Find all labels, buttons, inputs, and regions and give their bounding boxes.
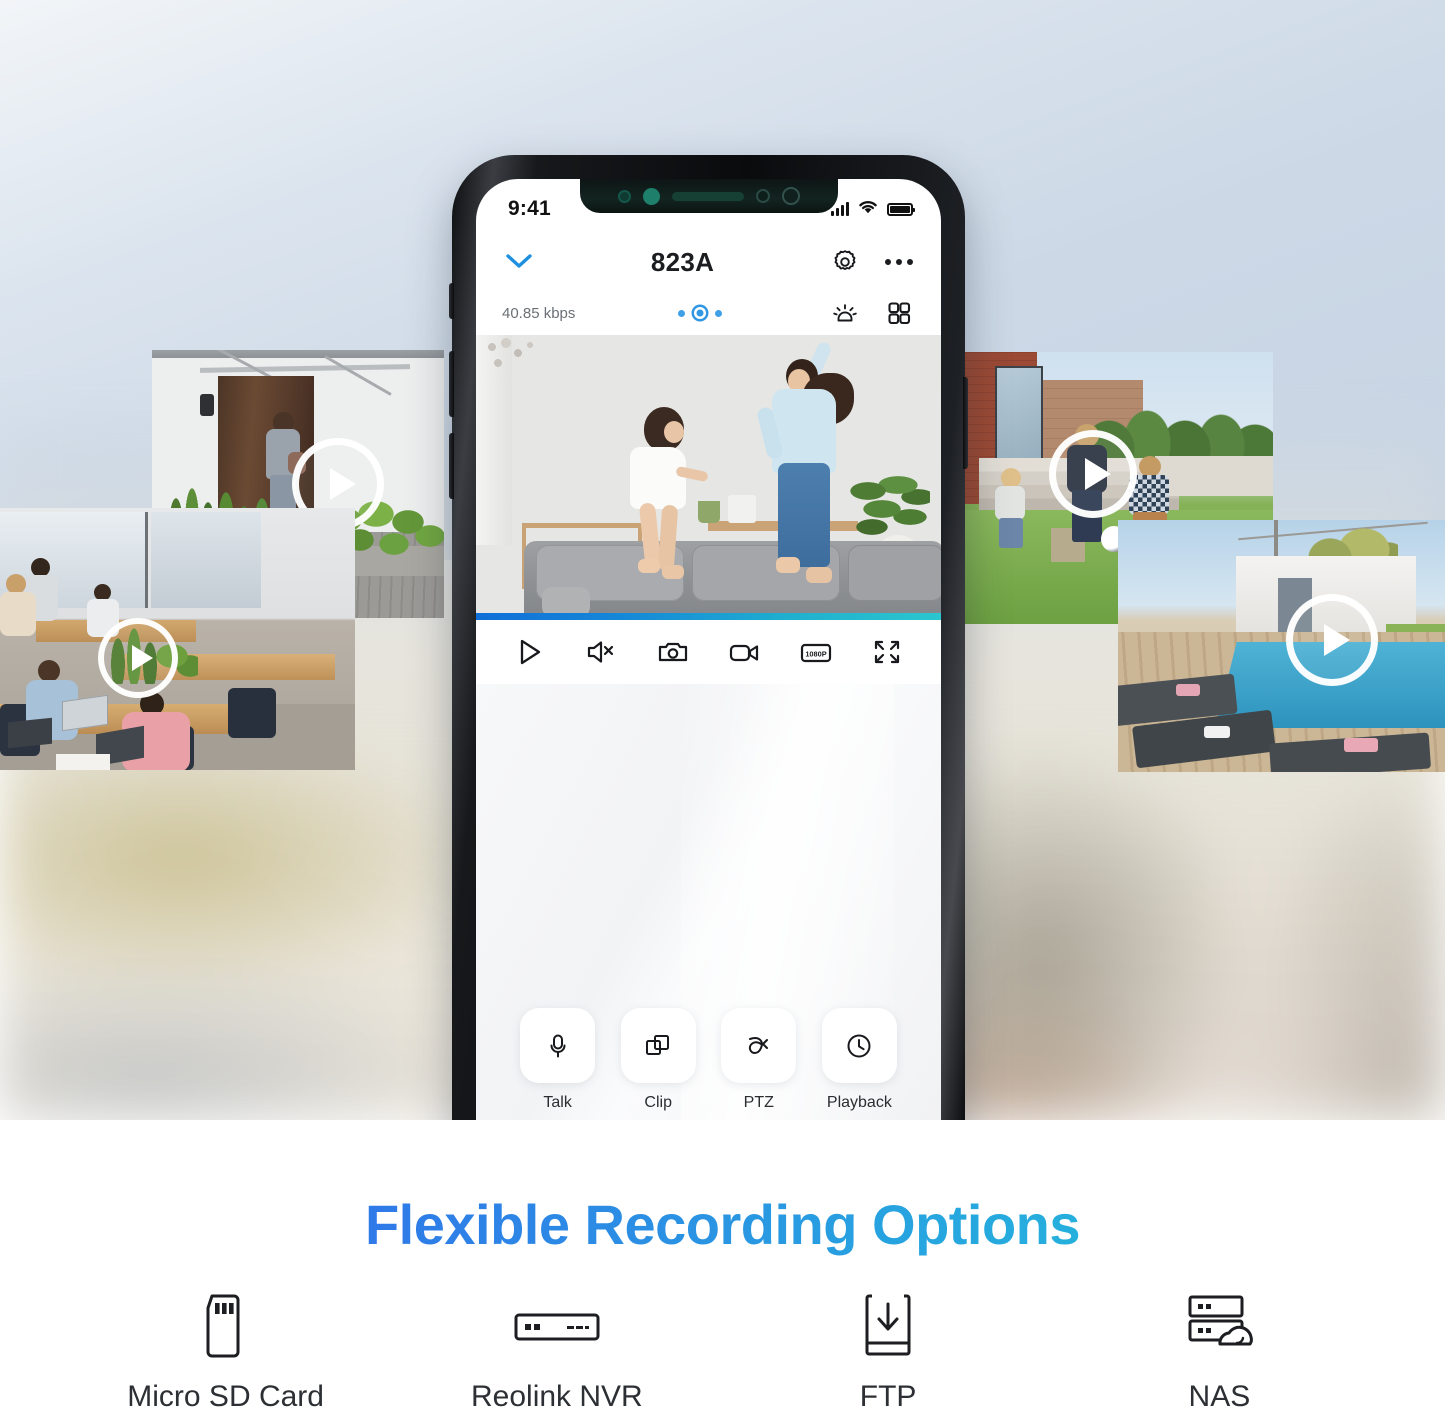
video-child-jumping [620, 407, 709, 591]
ftp-option[interactable]: FTP [753, 1288, 1023, 1414]
laptop-2 [8, 717, 52, 749]
battery-full-icon [887, 202, 915, 216]
wifi-icon [857, 199, 879, 220]
video-woman-jumping [755, 340, 868, 603]
ftp-label: FTP [859, 1380, 917, 1413]
pager-dot-2-active[interactable] [694, 307, 707, 319]
page-title: 823A [650, 246, 715, 277]
office-person-3 [0, 574, 40, 636]
siren-alarm-icon[interactable] [825, 293, 865, 333]
playback-action[interactable]: Playback [816, 1008, 902, 1112]
svg-text:1080P: 1080P [805, 650, 826, 659]
clock-icon[interactable] [821, 1008, 897, 1083]
play-overlay-icon[interactable] [1049, 430, 1137, 518]
header-actions [825, 242, 919, 282]
pager-dot-3[interactable] [715, 309, 723, 317]
smartphone-mockup: 9:41 823A 40.85 kbps 1080P Talk Clip PTZ… [449, 155, 968, 1120]
ftp-download-icon [852, 1288, 924, 1364]
video-accent-bar [476, 613, 941, 620]
micro-sd-card-option[interactable]: Micro SD Card [91, 1288, 361, 1414]
reolink-nvr-option[interactable]: Reolink NVR [422, 1288, 692, 1414]
nas-label: NAS [1188, 1380, 1251, 1413]
video-dried-branch [482, 337, 544, 387]
gear-icon[interactable] [825, 242, 865, 282]
ptz-action[interactable]: PTZ [716, 1008, 802, 1112]
phone-volume-up-button[interactable] [449, 351, 454, 417]
phone-power-button[interactable] [963, 377, 968, 469]
phone-screen: 9:41 823A 40.85 kbps 1080P Talk Clip PTZ… [476, 179, 941, 1120]
talk-action[interactable]: Talk [515, 1008, 601, 1112]
playback-action-label: Playback [826, 1094, 892, 1111]
office-camera-clip[interactable] [0, 508, 355, 770]
phone-volume-down-button[interactable] [449, 433, 454, 499]
recording-options-row: Micro SD Card Reolink NVR FTP NAS [0, 1288, 1445, 1414]
micro-sd-card-icon [190, 1288, 262, 1364]
office-window-2 [151, 512, 261, 608]
app-body-panel: Talk Clip PTZ Playback [476, 684, 941, 1120]
status-indicators [831, 199, 915, 220]
video-control-bar: 1080P [476, 620, 941, 684]
bitrate-label: 40.85 kbps [502, 304, 576, 322]
channel-pager[interactable] [575, 307, 825, 319]
paper-documents [56, 754, 110, 770]
office-chair-3 [228, 688, 276, 738]
play-overlay-icon[interactable] [98, 618, 178, 698]
recording-options-section: Flexible Recording Options Micro SD Card [0, 1120, 1445, 1413]
pool-towel-2 [1204, 726, 1230, 738]
clip-action-label: Clip [644, 1094, 672, 1111]
video-plant-pot-2 [728, 495, 756, 523]
reolink-nvr-label: Reolink NVR [471, 1380, 643, 1413]
action-button-row: Talk Clip PTZ Playback [476, 1008, 941, 1112]
ptz-action-label: PTZ [743, 1094, 774, 1111]
nas-cloud-server-icon [1175, 1288, 1263, 1364]
quality-button[interactable]: 1080P [792, 630, 840, 674]
stream-actions [825, 293, 919, 333]
video-throw-pillow [542, 587, 590, 613]
chevron-down-icon[interactable] [498, 241, 540, 283]
micro-sd-card-label: Micro SD Card [127, 1380, 324, 1413]
signal-bars-icon [831, 202, 849, 216]
poolside-camera-clip[interactable] [1118, 520, 1445, 772]
talk-action-label: Talk [543, 1094, 572, 1111]
phone-mute-switch[interactable] [449, 283, 454, 319]
pool-towel [1176, 684, 1200, 696]
mute-button[interactable] [577, 630, 625, 674]
status-bar: 9:41 [476, 179, 941, 233]
clip-action[interactable]: Clip [615, 1008, 701, 1112]
microphone-icon[interactable] [520, 1008, 596, 1083]
live-video-feed[interactable] [476, 335, 941, 613]
section-headline: Flexible Recording Options [0, 1192, 1445, 1257]
pool-towel-3 [1344, 738, 1378, 752]
snapshot-button[interactable] [649, 630, 697, 674]
more-horizontal-icon[interactable] [879, 242, 919, 282]
woman-on-steps [993, 468, 1029, 548]
wall-camera-unit [200, 394, 214, 416]
pager-dot-1[interactable] [678, 309, 686, 317]
status-time: 9:41 [508, 197, 551, 220]
play-button[interactable] [506, 630, 554, 674]
copy-clip-icon[interactable] [620, 1008, 696, 1083]
record-button[interactable] [720, 630, 768, 674]
app-header: 823A [476, 233, 941, 291]
stream-info-bar: 40.85 kbps [476, 291, 941, 335]
fullscreen-button[interactable] [863, 630, 911, 674]
grid-view-icon[interactable] [879, 293, 919, 333]
play-overlay-icon[interactable] [1286, 594, 1378, 686]
ptz-icon[interactable] [721, 1008, 797, 1083]
nvr-box-icon [509, 1288, 605, 1364]
nas-option[interactable]: NAS [1084, 1288, 1354, 1414]
hero-banner: 9:41 823A 40.85 kbps 1080P Talk Clip PTZ… [0, 0, 1445, 1120]
